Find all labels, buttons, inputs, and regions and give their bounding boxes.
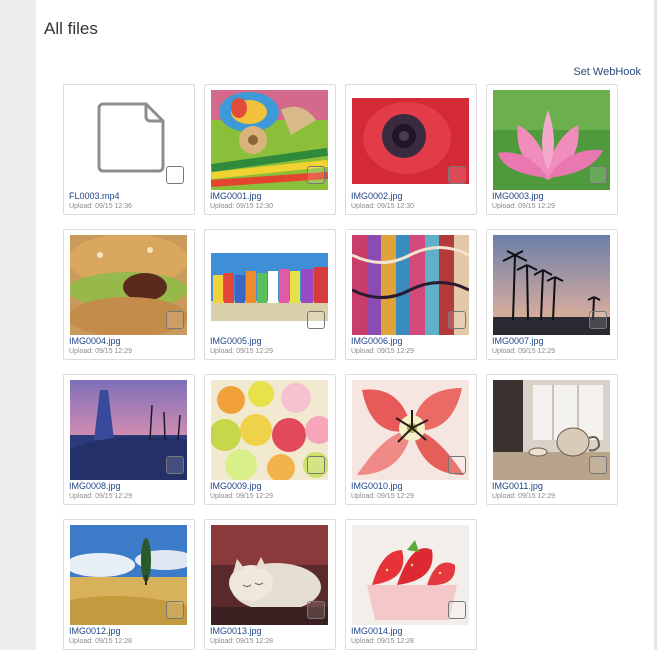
file-name[interactable]: IMG0012.jpg [69,626,121,636]
page-title: All files [44,19,98,39]
file-name[interactable]: IMG0009.jpg [210,481,262,491]
file-card[interactable]: IMG0010.jpg Upload: 09/15 12:29 [345,374,477,505]
file-name[interactable]: IMG0013.jpg [210,626,262,636]
file-card[interactable]: IMG0005.jpg Upload: 09/15 12:29 [204,229,336,360]
file-card[interactable]: IMG0009.jpg Upload: 09/15 12:29 [204,374,336,505]
file-name[interactable]: IMG0002.jpg [351,191,403,201]
file-grid: FL0003.mp4 Upload: 09/15 12:36 IMG0001.j… [63,84,618,650]
select-checkbox[interactable] [166,311,184,329]
select-checkbox[interactable] [307,311,325,329]
file-name[interactable]: IMG0014.jpg [351,626,403,636]
upload-date: Upload: 09/15 12:28 [210,638,274,645]
file-card[interactable]: IMG0014.jpg Upload: 09/15 12:28 [345,519,477,650]
select-checkbox[interactable] [307,166,325,184]
select-checkbox[interactable] [166,601,184,619]
upload-date: Upload: 09/15 12:30 [210,203,274,210]
file-name[interactable]: IMG0001.jpg [210,191,262,201]
upload-date: Upload: 09/15 12:28 [351,638,415,645]
file-card[interactable]: IMG0003.jpg Upload: 09/15 12:29 [486,84,618,215]
file-name[interactable]: IMG0008.jpg [69,481,121,491]
file-name[interactable]: IMG0005.jpg [210,336,262,346]
file-card[interactable]: IMG0007.jpg Upload: 09/15 12:29 [486,229,618,360]
select-checkbox[interactable] [307,456,325,474]
select-checkbox[interactable] [166,166,184,184]
file-name[interactable]: IMG0006.jpg [351,336,403,346]
upload-date: Upload: 09/15 12:36 [69,203,133,210]
file-card[interactable]: IMG0002.jpg Upload: 09/15 12:30 [345,84,477,215]
select-checkbox[interactable] [307,601,325,619]
set-webhook-link[interactable]: Set WebHook [573,66,641,78]
file-card[interactable]: IMG0006.jpg Upload: 09/15 12:29 [345,229,477,360]
upload-date: Upload: 09/15 12:29 [210,348,274,355]
file-name[interactable]: IMG0003.jpg [492,191,544,201]
file-card[interactable]: IMG0008.jpg Upload: 09/15 12:29 [63,374,195,505]
upload-date: Upload: 09/15 12:28 [69,638,133,645]
file-name[interactable]: IMG0007.jpg [492,336,544,346]
upload-date: Upload: 09/15 12:29 [492,348,556,355]
upload-date: Upload: 09/15 12:30 [351,203,415,210]
select-checkbox[interactable] [448,601,466,619]
upload-date: Upload: 09/15 12:29 [351,493,415,500]
left-sidebar-rail [0,0,36,650]
file-card[interactable]: IMG0004.jpg Upload: 09/15 12:29 [63,229,195,360]
upload-date: Upload: 09/15 12:29 [492,493,556,500]
upload-date: Upload: 09/15 12:29 [69,493,133,500]
file-name[interactable]: FL0003.mp4 [69,191,120,201]
upload-date: Upload: 09/15 12:29 [210,493,274,500]
select-checkbox[interactable] [166,456,184,474]
select-checkbox[interactable] [589,311,607,329]
file-card[interactable]: FL0003.mp4 Upload: 09/15 12:36 [63,84,195,215]
file-card[interactable]: IMG0011.jpg Upload: 09/15 12:29 [486,374,618,505]
select-checkbox[interactable] [589,166,607,184]
file-name[interactable]: IMG0011.jpg [492,481,543,491]
upload-date: Upload: 09/15 12:29 [351,348,415,355]
file-name[interactable]: IMG0010.jpg [351,481,403,491]
file-card[interactable]: IMG0001.jpg Upload: 09/15 12:30 [204,84,336,215]
file-card[interactable]: IMG0013.jpg Upload: 09/15 12:28 [204,519,336,650]
upload-date: Upload: 09/15 12:29 [492,203,556,210]
select-checkbox[interactable] [448,311,466,329]
upload-date: Upload: 09/15 12:29 [69,348,133,355]
file-card[interactable]: IMG0012.jpg Upload: 09/15 12:28 [63,519,195,650]
select-checkbox[interactable] [448,166,466,184]
file-name[interactable]: IMG0004.jpg [69,336,121,346]
select-checkbox[interactable] [448,456,466,474]
select-checkbox[interactable] [589,456,607,474]
